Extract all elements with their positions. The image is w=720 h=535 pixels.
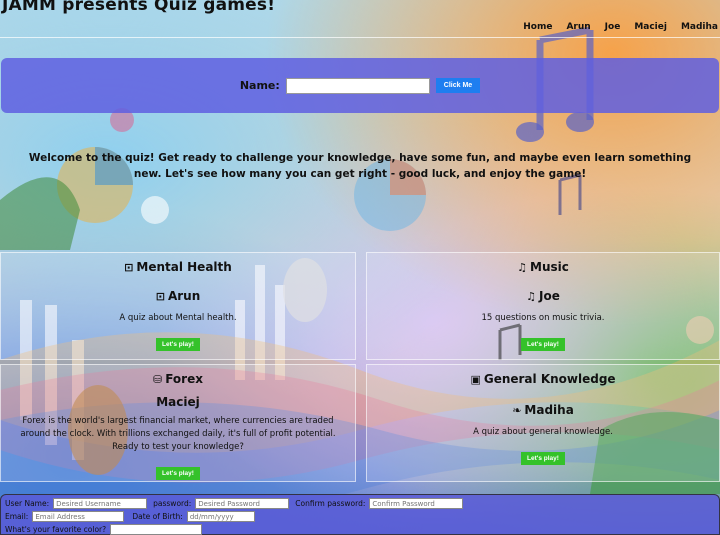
- main-nav: Home Arun Joe Maciej Madiha: [523, 22, 718, 32]
- signup-row-1: User Name: password: Confirm password:: [5, 497, 715, 510]
- music-note-icon: ♫: [517, 261, 527, 274]
- play-button-general-knowledge[interactable]: Let's play!: [521, 452, 565, 465]
- card-author: ♫ Joe: [526, 289, 560, 303]
- nav-maciej[interactable]: Maciej: [634, 22, 667, 32]
- card-description: Forex is the world's largest financial m…: [20, 416, 336, 452]
- music-note-icon: ♫: [526, 290, 536, 303]
- card-author: ❧ Madiha: [512, 403, 574, 417]
- email-label: Email:: [5, 512, 29, 521]
- card-description: 15 questions on music trivia.: [481, 313, 605, 323]
- card-description: A quiz about Mental health.: [119, 313, 237, 323]
- card-title: ▣ General Knowledge: [470, 372, 616, 386]
- site-title: JAMM presents Quiz games!: [2, 0, 276, 15]
- play-button-forex[interactable]: Let's play!: [156, 467, 200, 480]
- nav-home[interactable]: Home: [523, 22, 552, 32]
- favorite-color-label: What's your favorite color?: [5, 525, 107, 534]
- card-description: A quiz about general knowledge.: [473, 427, 613, 437]
- quiz-card-forex: ⛁ Forex Maciej Forex is the world's large…: [0, 364, 356, 482]
- name-input[interactable]: [285, 77, 430, 94]
- password-label: password:: [153, 499, 192, 508]
- quiz-card-mental-health: ⊡ Mental Health ⊡ Arun A quiz about Mental…: [0, 252, 356, 360]
- confirm-password-label: Confirm password:: [295, 499, 366, 508]
- card-title: ⊡ Mental Health: [124, 260, 232, 274]
- confirm-password-input[interactable]: [369, 498, 464, 509]
- favorite-color-input[interactable]: [110, 524, 203, 535]
- money-icon: ⛁: [153, 373, 163, 386]
- welcome-text: Welcome to the quiz! Get ready to challe…: [28, 152, 692, 180]
- brain-icon: ⊡: [124, 261, 134, 274]
- nav-joe[interactable]: Joe: [605, 22, 621, 32]
- name-bar: Name: Click Me: [1, 58, 719, 113]
- leaf-icon: ❧: [512, 404, 522, 417]
- card-author: Maciej: [156, 395, 200, 409]
- username-input[interactable]: [53, 498, 148, 509]
- signup-form: User Name: password: Confirm password: E…: [0, 494, 720, 535]
- site-header: JAMM presents Quiz games! Home Arun Joe …: [0, 0, 720, 38]
- signup-row-3: What's your favorite color?: [5, 523, 715, 535]
- play-button-music[interactable]: Let's play!: [521, 338, 565, 351]
- card-title: ⛁ Forex: [153, 372, 203, 386]
- click-me-button[interactable]: Click Me: [435, 78, 481, 93]
- book-icon: ▣: [470, 373, 481, 386]
- username-label: User Name:: [5, 499, 50, 508]
- quiz-card-general-knowledge: ▣ General Knowledge ❧ Madiha A quiz about …: [366, 364, 720, 482]
- email-input[interactable]: [32, 511, 125, 522]
- brain-icon: ⊡: [155, 290, 165, 303]
- card-author: ⊡ Arun: [155, 289, 201, 303]
- quiz-card-music: ♫ Music ♫ Joe 15 questions on music trivia…: [366, 252, 720, 360]
- name-label: Name:: [239, 79, 280, 92]
- nav-madiha[interactable]: Madiha: [681, 22, 718, 32]
- password-input[interactable]: [195, 498, 290, 509]
- dob-label: Date of Birth:: [132, 512, 183, 521]
- nav-arun[interactable]: Arun: [566, 22, 590, 32]
- signup-row-2: Email: Date of Birth:: [5, 510, 715, 523]
- play-button-mental-health[interactable]: Let's play!: [156, 338, 200, 351]
- card-title: ♫ Music: [517, 260, 569, 274]
- dob-input[interactable]: [186, 511, 255, 522]
